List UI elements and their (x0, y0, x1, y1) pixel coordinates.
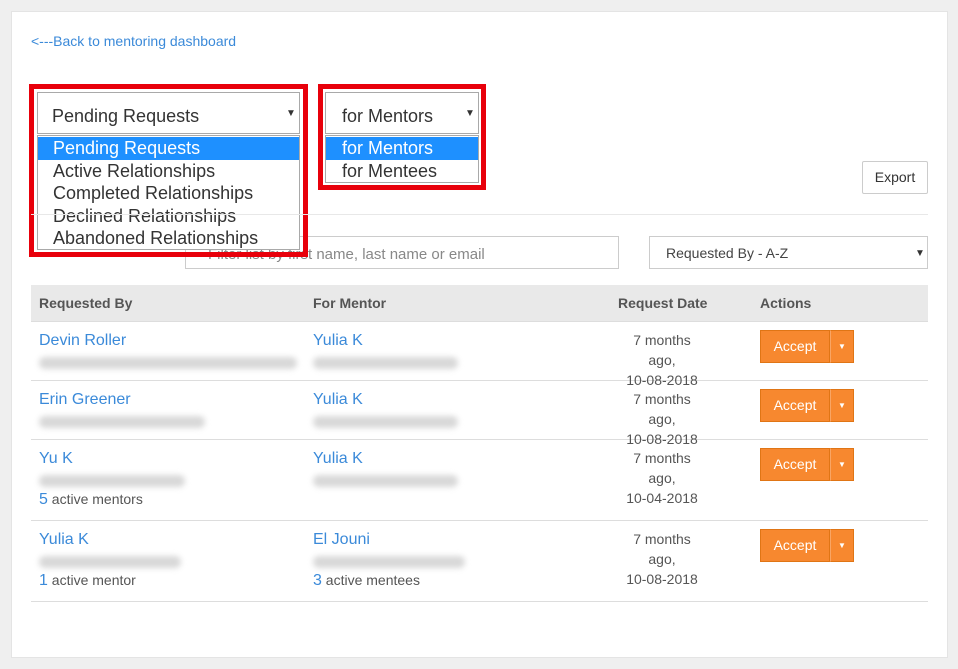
accept-button[interactable]: Accept (760, 330, 830, 363)
header-request-date[interactable]: Request Date (618, 295, 707, 311)
sort-select[interactable]: Requested By - A-Z ▼ (649, 236, 928, 269)
mentor-email-blurred (313, 475, 458, 487)
caret-down-icon: ▼ (465, 108, 475, 119)
table-row: Yu K 5 active mentors Yulia K 7 months a… (31, 440, 928, 521)
accept-button[interactable]: Accept (760, 448, 830, 481)
mentor-email-blurred (313, 556, 465, 568)
request-date-relative: 7 months ago, (633, 332, 691, 368)
role-select-value: for Mentors (342, 106, 434, 126)
requester-name-link[interactable]: Devin Roller (39, 332, 126, 350)
request-date: 7 months ago, 10-08-2018 (618, 529, 706, 589)
table-row: Yulia K 1 active mentor El Jouni 3 activ… (31, 521, 928, 602)
requester-email-blurred (39, 556, 181, 568)
requester-active-count-label: active mentors (51, 491, 143, 507)
header-actions: Actions (760, 295, 812, 311)
request-date-exact: 10-08-2018 (626, 571, 698, 587)
mentor-name-link[interactable]: Yulia K (313, 391, 363, 409)
accept-options-caret-icon[interactable]: ▼ (830, 389, 854, 422)
requester-active-count: 1 active mentor (39, 572, 136, 590)
caret-down-icon: ▼ (286, 108, 296, 119)
requester-email-blurred (39, 475, 185, 487)
role-option-mentees[interactable]: for Mentees (326, 160, 478, 183)
status-option-abandoned[interactable]: Abandoned Relationships (38, 227, 299, 250)
caret-down-icon: ▼ (915, 248, 925, 259)
mentor-active-count-label: active mentees (325, 572, 420, 588)
requester-active-count-label: active mentor (51, 572, 136, 588)
export-button[interactable]: Export (862, 161, 928, 194)
status-option-completed[interactable]: Completed Relationships (38, 182, 299, 205)
requester-email-blurred (39, 357, 297, 369)
request-date: 7 months ago, 10-04-2018 (618, 448, 706, 508)
status-option-pending[interactable]: Pending Requests (38, 137, 299, 160)
status-option-declined[interactable]: Declined Relationships (38, 205, 299, 228)
requester-name-link[interactable]: Yu K (39, 450, 73, 468)
request-date-exact: 10-04-2018 (626, 490, 698, 506)
request-date-relative: 7 months ago, (633, 450, 691, 486)
header-requested-by[interactable]: Requested By (39, 295, 132, 311)
accept-button[interactable]: Accept (760, 389, 830, 422)
accept-button[interactable]: Accept (760, 529, 830, 562)
requester-email-blurred (39, 416, 205, 428)
role-options-list: for Mentors for Mentees (325, 135, 479, 183)
requester-active-count: 5 active mentors (39, 491, 143, 509)
header-for-mentor[interactable]: For Mentor (313, 295, 386, 311)
request-date-relative: 7 months ago, (633, 531, 691, 567)
sort-select-value: Requested By - A-Z (666, 245, 789, 261)
requester-name-link[interactable]: Erin Greener (39, 391, 131, 409)
mentor-name-link[interactable]: Yulia K (313, 332, 363, 350)
divider (31, 214, 928, 215)
back-to-dashboard-link[interactable]: <---Back to mentoring dashboard (31, 33, 236, 49)
status-option-active[interactable]: Active Relationships (38, 160, 299, 183)
table-header: Requested By For Mentor Request Date Act… (31, 285, 928, 322)
role-option-mentors[interactable]: for Mentors (326, 137, 478, 160)
requester-active-count-link[interactable]: 1 (39, 572, 48, 589)
mentor-name-link[interactable]: El Jouni (313, 531, 370, 549)
role-select[interactable]: for Mentors ▼ (325, 92, 479, 134)
request-date-relative: 7 months ago, (633, 391, 691, 427)
status-options-list: Pending Requests Active Relationships Co… (37, 135, 300, 250)
accept-options-caret-icon[interactable]: ▼ (830, 529, 854, 562)
accept-options-caret-icon[interactable]: ▼ (830, 330, 854, 363)
mentor-active-count-link[interactable]: 3 (313, 572, 322, 589)
requester-active-count-link[interactable]: 5 (39, 491, 48, 508)
table-row: Devin Roller Yulia K 7 months ago, 10-08… (31, 322, 928, 388)
status-select[interactable]: Pending Requests ▼ (37, 92, 300, 134)
mentor-active-count: 3 active mentees (313, 572, 420, 590)
table-row: Erin Greener Yulia K 7 months ago, 10-08… (31, 381, 928, 447)
status-select-value: Pending Requests (52, 106, 200, 126)
requester-name-link[interactable]: Yulia K (39, 531, 89, 549)
mentor-email-blurred (313, 357, 458, 369)
mentor-name-link[interactable]: Yulia K (313, 450, 363, 468)
accept-options-caret-icon[interactable]: ▼ (830, 448, 854, 481)
mentor-email-blurred (313, 416, 458, 428)
